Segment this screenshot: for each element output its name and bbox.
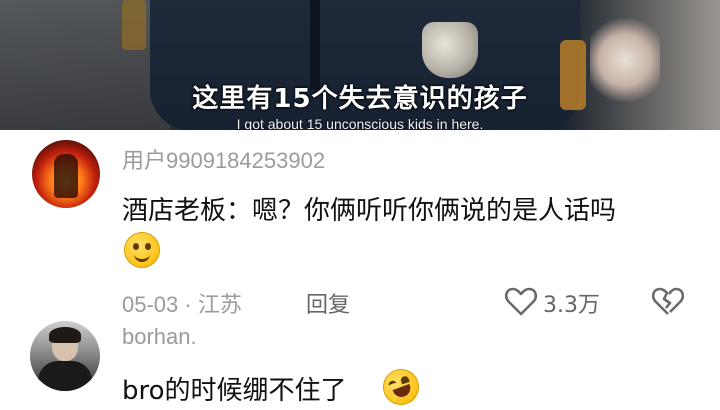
heart-icon[interactable] <box>504 285 538 317</box>
video-police-badge <box>422 22 478 78</box>
comment-text: 酒店老板：嗯？你俩听听你俩说的是人话吗 <box>122 196 617 226</box>
video-player[interactable]: 这里有15个失去意识的孩子 I got about 15 unconscious… <box>0 0 720 130</box>
smile-emoji-icon <box>124 232 160 268</box>
comment-date: 05-03 · 江苏 <box>122 292 242 317</box>
reply-button[interactable]: 回复 <box>306 287 350 319</box>
video-uniform-strap <box>310 0 320 90</box>
subtitle-chinese: 这里有15个失去意识的孩子 <box>192 84 528 114</box>
comment-text: bro的时候绷不住了 <box>122 376 347 406</box>
subtitle-english: I got about 15 unconscious kids in here. <box>236 116 484 130</box>
rolling-laughing-emoji-icon <box>377 363 425 410</box>
broken-heart-icon[interactable] <box>651 285 685 317</box>
avatar[interactable] <box>32 140 100 208</box>
like-count: 3.3万 <box>543 293 600 318</box>
video-shoulder-badge <box>122 0 146 50</box>
comment-username[interactable]: 用户9909184253902 <box>122 143 325 175</box>
comment-username[interactable]: borhan. <box>122 324 197 350</box>
comment-location: 江苏 <box>197 292 242 317</box>
avatar[interactable] <box>30 321 100 391</box>
